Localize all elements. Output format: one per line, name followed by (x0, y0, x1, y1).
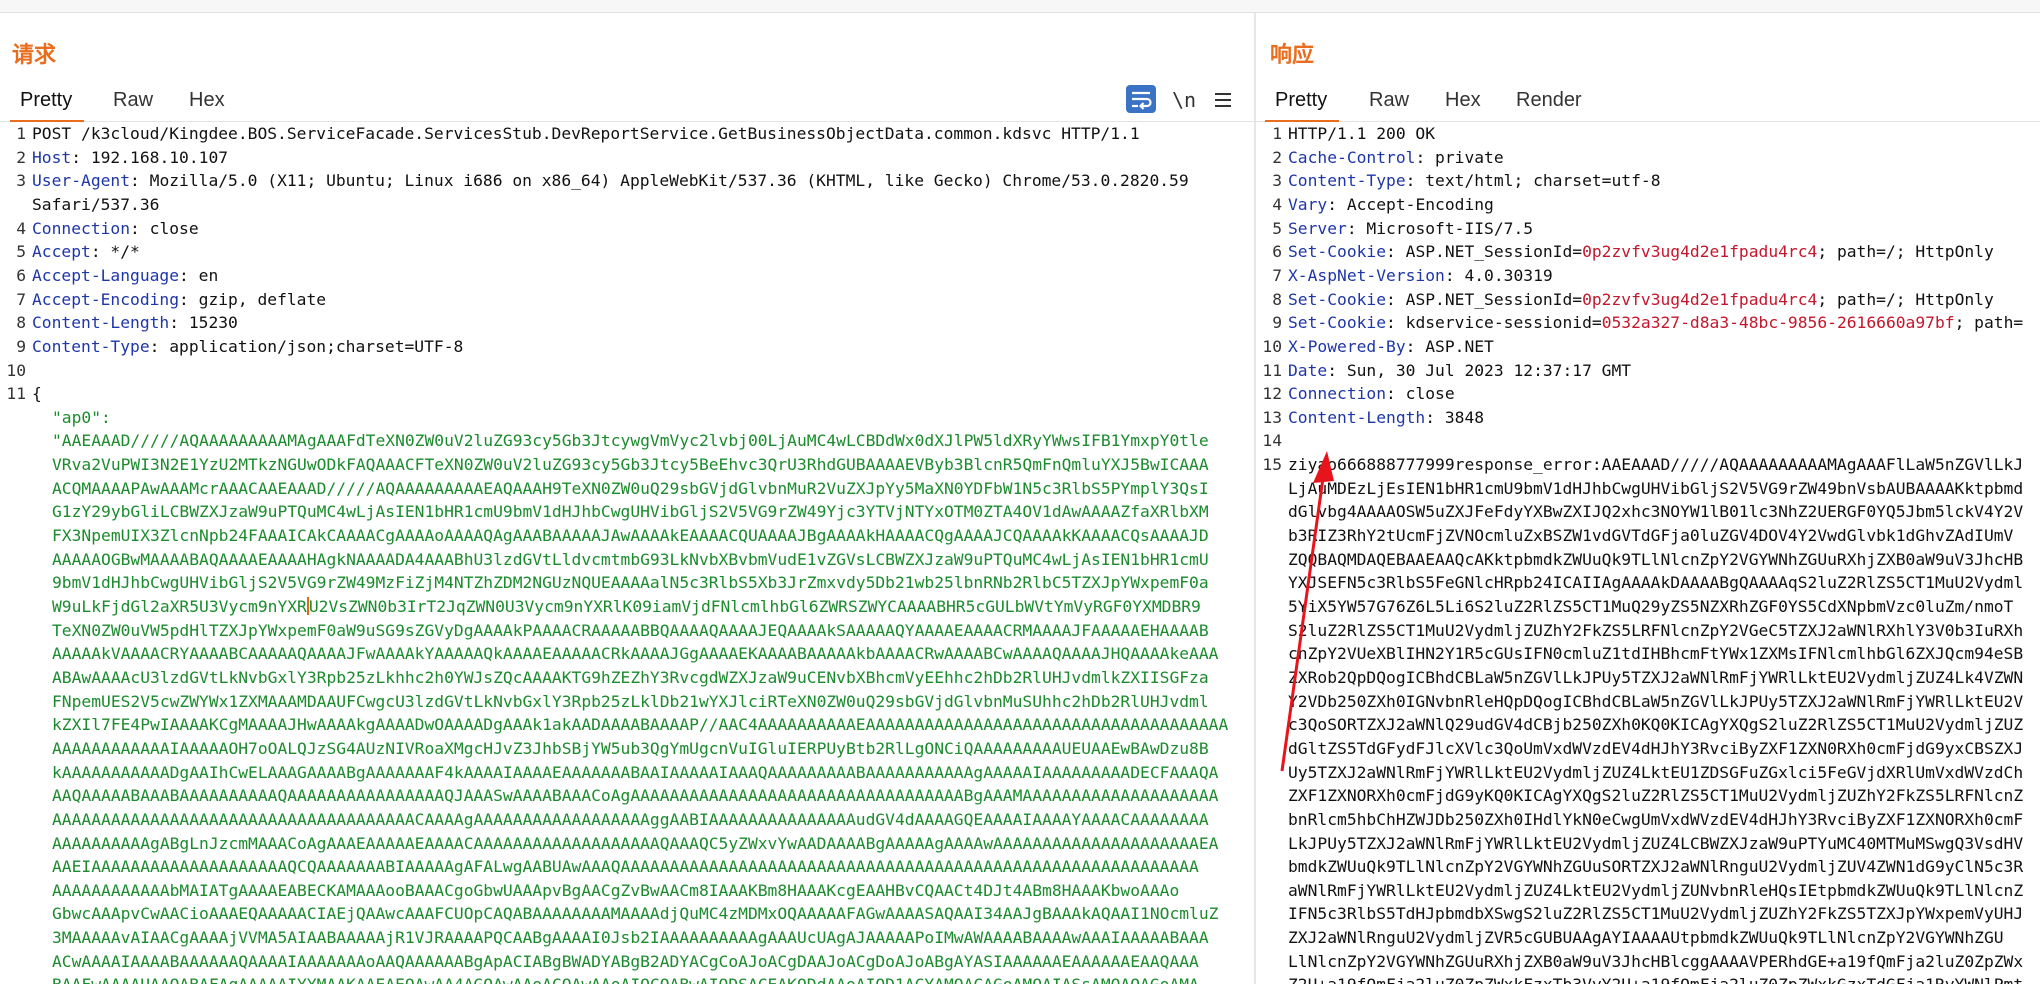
json-value-line: BAAFwAAAAUAAQABAFAgAAAAAIYYMAAKAAEAEQAwA… (52, 975, 1199, 984)
request-line: Content-Type: application/json;charset=U… (32, 337, 463, 356)
request-line: Connection: close (32, 219, 199, 238)
header-value: : */* (90, 242, 140, 262)
json-value-line: AAEIAAAAAAAAAAAAAAAAAAAAQCQAAAAAAABIAAAA… (52, 857, 1199, 877)
request-line: POST /k3cloud/Kingdee.BOS.ServiceFacade.… (32, 124, 1140, 143)
header-value: : gzip, deflate (179, 289, 327, 309)
word-wrap-icon[interactable] (1126, 85, 1156, 113)
json-value-line: AAAAAkVAAAACRYAAAABCAAAAAQAAAAJFwAAAAkYA… (52, 644, 1219, 664)
header-value: : en (179, 265, 219, 285)
response-pane: 响应 Pretty Raw Hex Render 1 HTTP/1.1 200 O… (1256, 13, 2040, 984)
request-line: Content-Length: 15230 (32, 313, 238, 332)
json-value-line: 3MAAAAAvAIAACgAAAAjVVMA5AIAABAAAAAjR1VJR… (52, 928, 1209, 948)
request-line: Accept-Language: en (32, 266, 218, 285)
header-name: Host (32, 147, 72, 167)
line-number: 4 (16, 218, 26, 238)
header-name: Connection (32, 218, 131, 238)
header-value: Safari/537.36 (32, 194, 160, 214)
json-value-line: kAAAAAAAAAAADgAAIhCwELAAAGAAAABgAAAAAAAF… (52, 762, 1219, 782)
request-line: Accept-Encoding: gzip, deflate (32, 290, 326, 309)
json-value-line: AAAAAAAAAAAAIAAAAAOH7oOALQJzSG4AUzNIVRoa… (52, 738, 1209, 758)
json-value-line: AAAAAAAAAAAAAAAAAAAAAAAAAAAAAAAAAAAAACAA… (52, 809, 1209, 829)
json-value-line: FNpemUES2V5cwZWYWx1ZXMAAAMDAAUFCwgcU3lzd… (52, 691, 1209, 711)
tab-hex[interactable]: Hex (189, 85, 225, 119)
line-number: 8 (16, 313, 26, 333)
header-value: { (32, 384, 42, 404)
line-number: 10 (6, 360, 26, 380)
request-tabs: Pretty Raw Hex \n (0, 81, 1254, 122)
request-title: 请求 (12, 42, 57, 67)
header-value: POST /k3cloud/Kingdee.BOS.ServiceFacade.… (32, 124, 1140, 143)
json-value-line: AAAAAAAAAAgABgLnJzcmMAAACoAgAAAEAAAAAEAA… (52, 833, 1219, 853)
json-key: "ap0": (52, 407, 111, 427)
json-text: U2VsZWN0b3IrT2JqZWN0U3Vycm9nYXRlK09iamVj… (308, 597, 1201, 616)
header-value: : 192.168.10.107 (71, 147, 229, 167)
header-value: : Mozilla/5.0 (X11; Ubuntu; Linux i686 o… (130, 171, 1189, 191)
request-line: { (32, 384, 42, 403)
json-value-line: W9uLkFjdGl2aXR5U3Vycm9nYXR U2VsZWN0b3IrT2… (52, 597, 1201, 616)
header-name: Content-Type (32, 336, 150, 356)
json-value-line: ACwAAAAIAAAABAAAAAAQAAAAIAAAAAAAoAAQAAAA… (52, 951, 1199, 971)
tab-pretty[interactable]: Pretty (9, 85, 85, 122)
header-value: : application/json;charset=UTF-8 (149, 336, 464, 356)
json-value-line: AAAAAAAAAAAAbMAIATgAAAAEABECKAMAAAooBAAA… (52, 880, 1180, 900)
line-number: 11 (6, 384, 26, 404)
line-number: 5 (16, 242, 26, 262)
json-value-line: AAQAAAAABAAABAAAAAAAAAAQAAAAAAAAAAAAAAAA… (52, 786, 1219, 806)
json-value-line: kZXIl7FE4PwIAAAAKCgMAAAAJHwAAAAkgAAAADwO… (52, 715, 1229, 735)
header-name: User-Agent (32, 171, 131, 191)
header-name: Accept (32, 242, 91, 262)
red-arrow-annotation (1280, 451, 1334, 772)
json-value-line: ABAwAAAAcU3lzdGVtLkNvbGxlY3Rpb25zLkhhc2h… (52, 667, 1209, 687)
request-line: User-Agent: Mozilla/5.0 (X11; Ubuntu; Li… (32, 171, 1189, 190)
json-value-line: TeXN0ZW0uVW5pdHlTZXJpYWxpemF0aW9uSG9sZGV… (52, 620, 1209, 640)
header-value: : 15230 (169, 313, 238, 333)
line-number: 7 (16, 289, 26, 309)
json-value-line: AAAAAOGBwMAAAABAQAAAAEAAAAHAgkNAAAADA4AA… (52, 549, 1209, 569)
line-number: 2 (16, 147, 26, 167)
request-line: Safari/537.36 (32, 195, 159, 214)
request-line: Host: 192.168.10.107 (32, 148, 228, 167)
json-value-line: VRva2VuPWI3N2E1YzU2MTkzNGUwODkFAQAAACFTe… (52, 455, 1209, 475)
line-number: 3 (16, 171, 26, 191)
line-number: 1 (16, 124, 26, 143)
header-name: Accept-Language (32, 265, 180, 285)
newline-toggle-icon[interactable]: \n (1172, 85, 1196, 115)
header-value: : close (130, 218, 199, 238)
header-name: Content-Length (32, 313, 170, 333)
json-value-line: "AAEAAAD/////AQAAAAAAAAAMAgAAAFdTeXN0ZW0… (52, 431, 1209, 451)
line-number: 9 (16, 336, 26, 356)
json-value-line: ACQMAAAAPAwAAAMcrAAACAAEAAAD/////AQAAAAA… (52, 478, 1209, 498)
menu-icon[interactable] (1212, 85, 1236, 115)
json-value-line: FX3NpemUIX3ZlcnNpb24FAAAICAkCAAAACgAAAAo… (52, 526, 1209, 546)
json-value-line: 9bmV1dHJhbCwgUHVibGljS2V5VG9rZW49MzFiZjM… (52, 573, 1209, 593)
header-name: Accept-Encoding (32, 289, 180, 309)
line-number: 6 (16, 265, 26, 285)
request-line: Accept: */* (32, 242, 140, 261)
request-editor[interactable]: 1 POST /k3cloud/Kingdee.BOS.ServiceFacade… (0, 123, 1254, 984)
tab-raw[interactable]: Raw (113, 85, 153, 119)
request-pane: 请求 Pretty Raw Hex \n 1 POST /k3cloud/King… (0, 13, 1254, 984)
json-text: W9uLkFjdGl2aXR5U3Vycm9nYXR (52, 597, 307, 616)
json-value-line: GbwcAAApvCwAACioAAAEQAAAAACIAEjQAAwcAAAF… (52, 904, 1219, 924)
top-toolbar-strip (0, 0, 2040, 13)
json-value-line: G1zY29ybGliLCBWZXJzaW9uPTQuMC4wLjAsIEN1b… (52, 502, 1209, 522)
